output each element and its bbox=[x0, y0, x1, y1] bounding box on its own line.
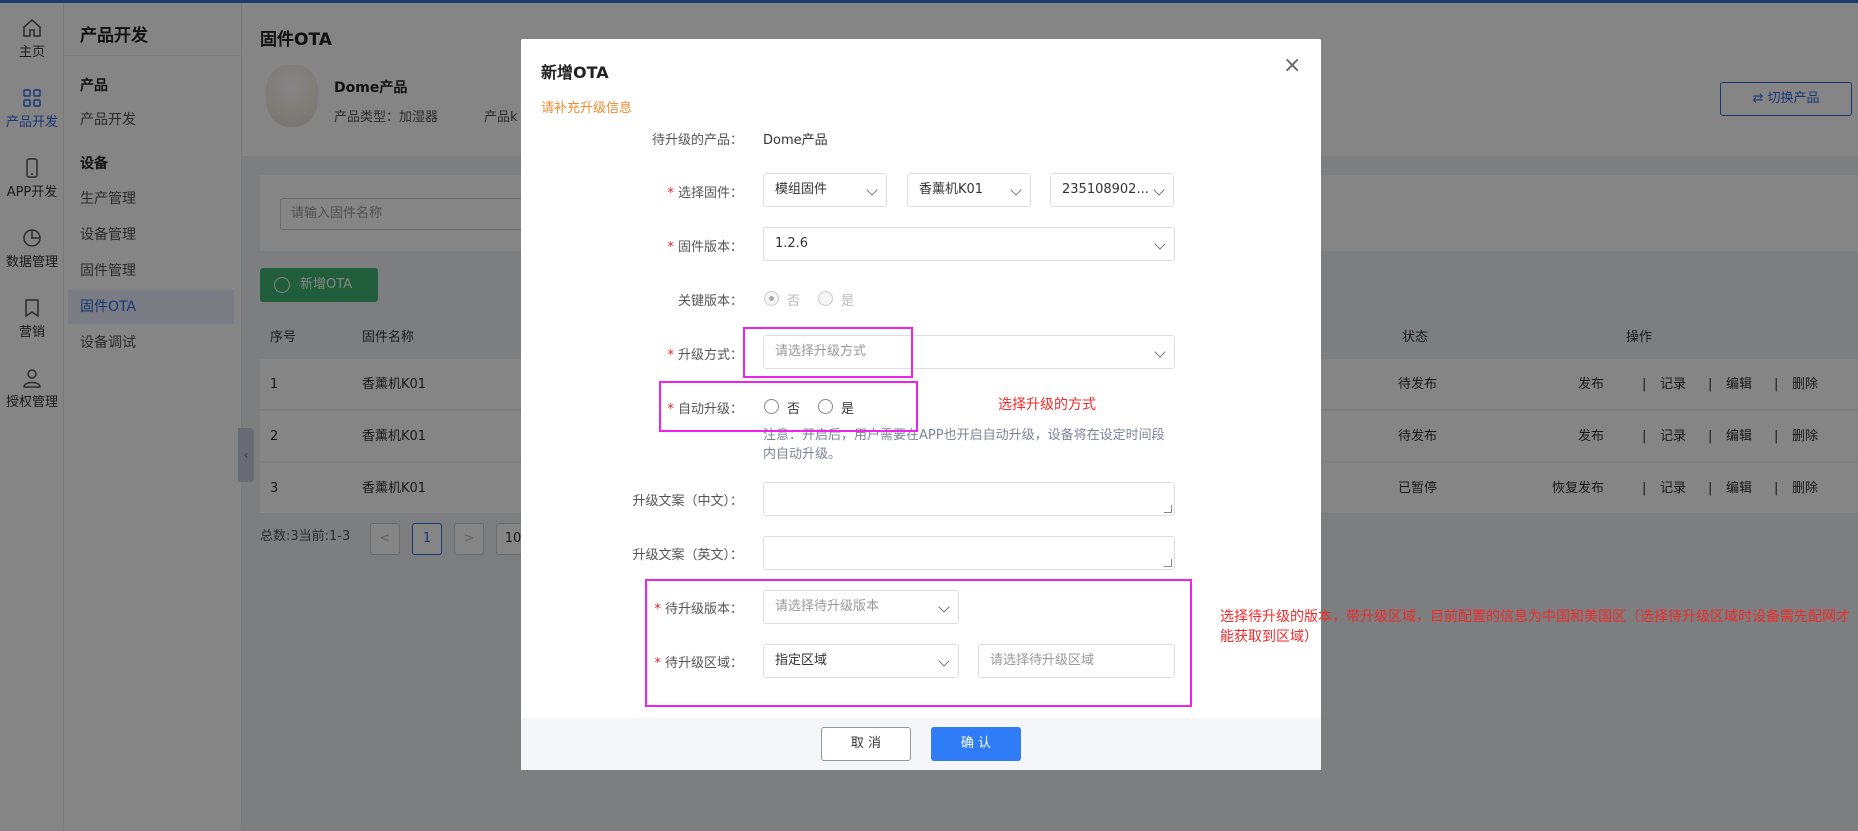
key-version-no-label: 否 bbox=[787, 294, 801, 309]
method-label: * 升级方式： bbox=[523, 344, 743, 363]
annotation-box-method bbox=[743, 327, 913, 378]
firmware-name-select[interactable]: 香薰机K01 bbox=[907, 173, 1031, 207]
annotation-region-note: 选择待升级的版本，带升级区域，目前配置的信息为中国和美国区（选择待升级区域时设备… bbox=[1220, 609, 1850, 645]
firmware-type-value: 模组固件 bbox=[775, 182, 828, 197]
firmware-label: * 选择固件： bbox=[523, 182, 743, 201]
dialog-footer bbox=[521, 718, 1321, 770]
chevron-down-icon bbox=[1153, 184, 1165, 196]
required-mark: * bbox=[667, 240, 674, 255]
version-label: * 固件版本： bbox=[523, 236, 743, 255]
key-version-no-radio bbox=[764, 291, 779, 306]
resize-grip-icon bbox=[1164, 559, 1172, 567]
version-label-text: 固件版本： bbox=[677, 240, 743, 255]
firmware-type-select[interactable]: 模组固件 bbox=[763, 173, 887, 207]
annotation-box-auto-upgrade bbox=[659, 381, 918, 432]
annotation-method-note: 选择升级的方式 bbox=[998, 397, 1096, 413]
annotation-box-region bbox=[645, 579, 1192, 707]
dialog-title: 新增OTA bbox=[541, 63, 609, 82]
required-mark: * bbox=[667, 186, 674, 201]
product-value: Dome产品 bbox=[763, 133, 828, 148]
cancel-button[interactable]: 取 消 bbox=[821, 727, 911, 761]
firmware-id-select[interactable]: 235108902... bbox=[1050, 173, 1174, 207]
chevron-down-icon bbox=[1154, 238, 1166, 250]
upgrade-text-cn-textarea[interactable] bbox=[763, 482, 1175, 516]
key-version-yes-label: 是 bbox=[841, 294, 855, 309]
method-label-text: 升级方式： bbox=[677, 348, 743, 363]
firmware-name-value: 香薰机K01 bbox=[919, 182, 984, 197]
product-label: 待升级的产品： bbox=[651, 133, 743, 148]
text-cn-label: 升级文案（中文）： bbox=[632, 494, 743, 509]
chevron-down-icon bbox=[866, 184, 878, 196]
version-value: 1.2.6 bbox=[775, 236, 809, 251]
firmware-label-text: 选择固件： bbox=[677, 186, 743, 201]
firmware-id-value: 235108902... bbox=[1062, 182, 1149, 197]
key-version-label: 关键版本： bbox=[677, 294, 743, 309]
upgrade-text-en-textarea[interactable] bbox=[763, 536, 1175, 570]
close-icon[interactable]: × bbox=[1283, 53, 1301, 78]
key-version-yes-radio bbox=[818, 291, 833, 306]
chevron-down-icon bbox=[1154, 346, 1166, 358]
resize-grip-icon bbox=[1164, 505, 1172, 513]
chevron-down-icon bbox=[1010, 184, 1022, 196]
dialog-notice: 请补充升级信息 bbox=[541, 101, 633, 116]
version-select[interactable]: 1.2.6 bbox=[763, 227, 1175, 261]
required-mark: * bbox=[667, 348, 674, 363]
confirm-button[interactable]: 确 认 bbox=[931, 727, 1021, 761]
text-en-label: 升级文案（英文）： bbox=[632, 548, 743, 563]
